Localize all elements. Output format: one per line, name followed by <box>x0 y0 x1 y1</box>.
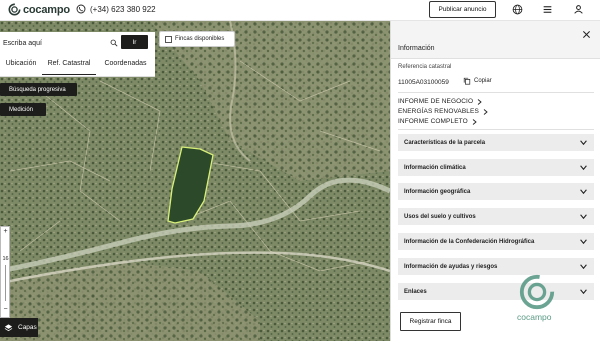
section-label: Información de la Confederación Hidrográ… <box>404 238 535 245</box>
chevron-down-icon <box>580 239 587 245</box>
report-link-complete[interactable]: INFORME COMPLETO <box>398 118 477 125</box>
available-farms-toggle[interactable]: Fincas disponibles <box>159 31 235 47</box>
section-parcel-features[interactable]: Características de la parcela <box>398 134 594 151</box>
section-land-use[interactable]: Usos del suelo y cultivos <box>398 208 594 225</box>
watermark-text: cocampo <box>517 312 552 322</box>
divider <box>398 129 594 130</box>
user-icon[interactable] <box>573 4 584 15</box>
tab-ubicacion[interactable]: Ubicación <box>0 57 42 75</box>
section-label: Información de ayudas y riesgos <box>404 263 498 270</box>
section-label: Información geográfica <box>404 188 471 195</box>
phone-contact[interactable]: (+34) 623 380 922 <box>76 4 156 14</box>
chevron-down-icon <box>580 264 587 270</box>
section-label: Información climática <box>404 164 466 171</box>
search-panel: Escriba aquí Ir Ubicación Ref. Catastral… <box>0 32 155 77</box>
info-panel: Información Referencia catastral 11005A0… <box>390 21 600 341</box>
search-icon[interactable] <box>110 39 118 47</box>
copy-label: Copiar <box>474 78 492 84</box>
cocampo-watermark-icon <box>519 274 555 310</box>
section-hydrographic[interactable]: Información de la Confederación Hidrográ… <box>398 233 594 250</box>
cadastral-ref-label: Referencia catastral <box>398 64 452 70</box>
report-link-business[interactable]: INFORME DE NEGOCIO <box>398 98 482 105</box>
copy-button[interactable]: Copiar <box>463 77 492 85</box>
search-tabs: Ubicación Ref. Catastral Coordenadas <box>0 57 155 77</box>
copy-icon <box>463 77 471 85</box>
report-link-renewables[interactable]: ENERGÍAS RENOVABLES <box>398 108 488 115</box>
globe-icon[interactable] <box>512 4 523 15</box>
close-icon[interactable] <box>582 30 591 39</box>
search-input[interactable]: Escriba aquí <box>3 38 115 48</box>
chevron-down-icon <box>580 140 587 146</box>
section-links[interactable]: Enlaces <box>398 283 594 300</box>
tab-coordenadas[interactable]: Coordenadas <box>96 57 155 75</box>
measure-button[interactable]: Medición <box>0 103 46 116</box>
info-panel-header: Información <box>391 21 600 59</box>
chevron-right-icon <box>483 108 488 115</box>
chevron-down-icon <box>580 165 587 171</box>
brand-logo[interactable]: cocampo <box>8 3 70 16</box>
checkbox-icon[interactable] <box>165 35 172 43</box>
chevron-down-icon <box>580 214 587 220</box>
report-link-label: INFORME COMPLETO <box>398 118 468 125</box>
section-label: Usos del suelo y cultivos <box>404 213 476 220</box>
zoom-control: + 16 − <box>0 226 10 318</box>
section-label: Enlaces <box>404 288 427 295</box>
chevron-right-icon <box>477 98 482 105</box>
cadastral-ref-value: 11005A03100059 <box>398 79 449 86</box>
layers-button[interactable]: Capas <box>0 318 38 337</box>
zoom-out-button[interactable]: − <box>1 306 10 313</box>
section-geographic[interactable]: Información geográfica <box>398 183 594 200</box>
phone-number: (+34) 623 380 922 <box>90 4 156 14</box>
section-label: Características de la parcela <box>404 139 486 146</box>
register-farm-button[interactable]: Registrar finca <box>400 312 461 331</box>
publish-ad-button[interactable]: Publicar anuncio <box>429 1 496 18</box>
whatsapp-icon <box>76 4 86 14</box>
layers-label: Capas <box>18 324 37 331</box>
divider <box>398 92 594 93</box>
panel-title: Información <box>398 45 435 52</box>
zoom-level: 16 <box>2 256 9 262</box>
chevron-right-icon <box>472 118 477 125</box>
tab-ref-catastral[interactable]: Ref. Catastral <box>42 57 96 75</box>
chevron-down-icon <box>580 289 587 295</box>
layers-icon <box>4 324 13 332</box>
cocampo-logo-icon <box>8 3 21 16</box>
section-aid-risks[interactable]: Información de ayudas y riesgos <box>398 258 594 275</box>
zoom-in-button[interactable]: + <box>1 228 10 235</box>
menu-icon[interactable] <box>542 4 553 15</box>
top-header: cocampo (+34) 623 380 922 Publicar anunc… <box>0 0 600 21</box>
report-link-label: INFORME DE NEGOCIO <box>398 98 474 105</box>
chevron-down-icon <box>580 189 587 195</box>
report-link-label: ENERGÍAS RENOVABLES <box>398 108 479 115</box>
search-go-button[interactable]: Ir <box>121 35 148 49</box>
available-farms-label: Fincas disponibles <box>175 36 225 42</box>
zoom-slider[interactable] <box>5 265 6 301</box>
progressive-search-button[interactable]: Búsqueda progresiva <box>0 83 77 96</box>
section-climate[interactable]: Información climática <box>398 159 594 176</box>
brand-name: cocampo <box>23 3 70 16</box>
